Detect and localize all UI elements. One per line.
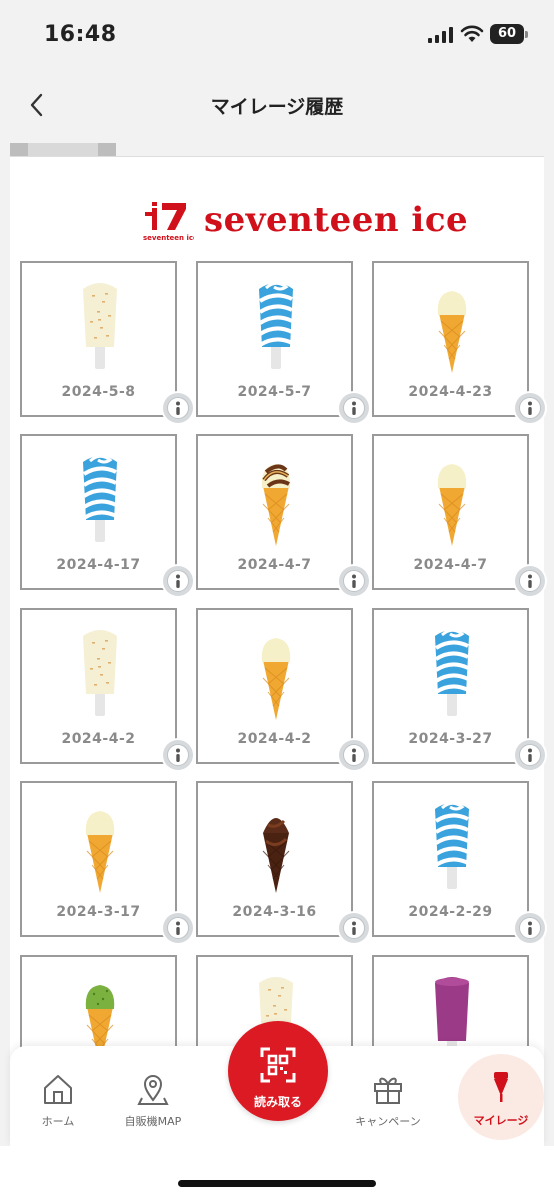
history-tile[interactable]: 2024-2-29 [372,781,529,937]
history-tile[interactable]: 2024-4-17 [20,434,177,590]
tab-strip-indicator [28,143,98,156]
nav-map-label: 自販機MAP [124,1115,182,1128]
ice-cone-icon [494,1072,508,1102]
detail-button[interactable] [515,913,545,943]
qr-scan-icon [260,1047,296,1083]
history-tile[interactable]: 2024-4-7 [372,434,529,590]
vanilla-sprinkle-bar-icon [83,630,117,716]
detail-button[interactable] [339,740,369,770]
detail-button[interactable] [163,566,193,596]
nav-map[interactable]: 自販機MAP [105,1046,201,1146]
detail-icon [515,566,545,596]
nav-home[interactable]: ホーム [10,1046,106,1146]
nav-mileage[interactable]: マイレージ [458,1054,544,1140]
soda-swirl-bar-icon [258,281,293,369]
map-pin-icon [137,1075,169,1105]
detail-icon [515,393,545,423]
detail-button[interactable] [339,566,369,596]
soda-swirl-bar-icon [82,454,117,542]
history-date: 2024-4-17 [56,557,141,573]
signal-icon [428,27,453,43]
page-title: マイレージ履歴 [210,96,344,118]
nav-home-label: ホーム [41,1115,75,1128]
scan-button[interactable]: 読み取る [228,1021,328,1121]
detail-icon [339,913,369,943]
detail-button[interactable] [515,566,545,596]
page-header: マイレージ履歴 [0,70,554,140]
history-tile[interactable]: 2024-5-8 [20,261,177,417]
history-date: 2024-5-7 [237,384,312,400]
soda-swirl-bar-icon [434,801,469,889]
history-tile[interactable]: 2024-3-17 [20,781,177,937]
history-date: 2024-4-7 [413,557,488,573]
home-indicator-bar [0,1146,554,1200]
history-tile[interactable]: 2024-3-16 [196,781,353,937]
detail-icon [339,566,369,596]
history-date: 2024-3-27 [408,731,493,747]
detail-icon [163,393,193,423]
detail-button[interactable] [163,913,193,943]
history-tile[interactable]: 2024-4-7 [196,434,353,590]
detail-icon [163,566,193,596]
history-date: 2024-4-2 [237,731,312,747]
soda-swirl-bar-icon [434,628,469,716]
history-tile[interactable]: 2024-3-27 [372,608,529,764]
history-date: 2024-2-29 [408,904,493,920]
nav-mileage-label: マイレージ [473,1114,529,1127]
vanilla-cone-icon [85,811,115,893]
detail-icon [515,913,545,943]
chocolate-cone-icon [262,818,290,893]
history-date: 2024-3-16 [232,904,317,920]
svg-text:seventeen ice: seventeen ice [143,234,194,242]
vanilla-cone-icon [437,291,467,373]
home-icon [44,1075,72,1104]
home-indicator [178,1180,376,1187]
history-date: 2024-4-23 [408,384,493,400]
detail-icon [163,740,193,770]
scan-label: 読み取る [253,1095,302,1109]
detail-icon [515,740,545,770]
history-tile[interactable]: 2024-4-23 [372,261,529,417]
detail-icon [339,393,369,423]
detail-icon [339,740,369,770]
brand-logo: seventeen ice seventeen ice [142,200,468,246]
status-time: 16:48 [44,22,117,47]
seventeen-ice-logo-icon: seventeen ice [143,202,194,242]
detail-icon [163,913,193,943]
history-tile[interactable]: 2024-4-2 [196,608,353,764]
wifi-icon [460,25,484,42]
history-date: 2024-4-2 [61,731,136,747]
nav-campaign[interactable]: キャンペーン [340,1046,436,1146]
detail-button[interactable] [339,393,369,423]
battery-indicator: 60 [490,24,528,44]
choco-swirl-cone-icon [261,464,291,546]
detail-button[interactable] [339,913,369,943]
vanilla-cone-icon [437,464,467,546]
history-date: 2024-4-7 [237,557,312,573]
status-bar: 16:48 60 [0,0,554,70]
vanilla-cone-icon [261,638,291,720]
history-date: 2024-5-8 [61,384,136,400]
gift-icon [374,1077,402,1104]
brand-name: seventeen ice [204,200,469,240]
nav-campaign-label: キャンペーン [355,1115,421,1128]
detail-button[interactable] [515,393,545,423]
detail-button[interactable] [163,393,193,423]
detail-button[interactable] [515,740,545,770]
history-tile[interactable]: 2024-4-2 [20,608,177,764]
history-tile[interactable]: 2024-5-7 [196,261,353,417]
history-date: 2024-3-17 [56,904,141,920]
vanilla-sprinkle-bar-icon [83,283,117,369]
detail-button[interactable] [163,740,193,770]
tab-strip[interactable] [10,143,116,156]
